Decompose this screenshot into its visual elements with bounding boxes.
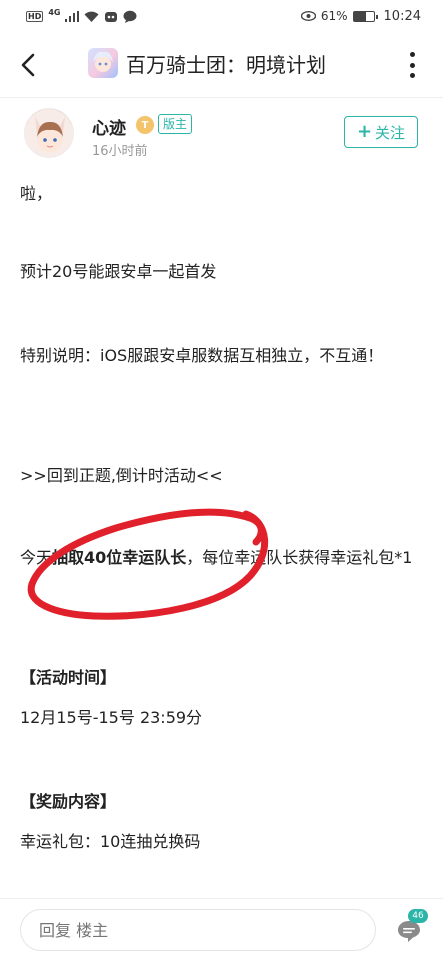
app-notification-icon [105,11,118,22]
section-text: 幸运礼包：10连抽兑换码 [20,832,201,851]
more-dot [409,62,415,68]
section-text: 12月15号-15号 23:59分 [20,708,203,727]
text-segment: ，每位幸运队长获得幸运礼包*1 [186,548,413,567]
follow-label: 关注 [375,123,406,142]
game-icon [88,48,118,78]
forum-title-link[interactable]: 百万骑士团：明境计划 [88,48,326,78]
network-type-label: 4G [48,7,61,17]
reply-input[interactable] [20,909,376,951]
section-heading: 【奖励内容】 [20,792,117,811]
post-timestamp: 16小时前 [92,144,148,159]
chevron-left-icon [21,53,35,77]
status-bar: HD 4G 61% 10:24 [0,0,443,32]
wifi-icon [84,11,99,22]
battery-icon [352,10,378,22]
signal-icon [65,10,80,22]
status-right: 61% 10:24 [300,8,421,24]
author-name[interactable]: 心迹 [92,114,126,139]
text-segment: 今天 [20,548,53,567]
app-header: 百万骑士团：明境计划 [0,32,443,98]
post-paragraph: 特别说明：iOS服跟安卓服数据互相独立，不互通！ [20,346,384,365]
hd-icon: HD [26,10,44,22]
more-options-button[interactable] [407,52,417,78]
post-paragraph: 啦， [20,184,53,203]
moderator-badge: 版主 [158,114,193,134]
battery-percent: 61% [320,9,348,23]
back-button[interactable] [16,50,40,80]
plus-icon: + [356,121,373,142]
post-paragraph-highlight: 今天抽取40位幸运队长，每位幸运队长获得幸运礼包*1 [20,544,430,572]
post-paragraph: >>回到正题,倒计时活动<< [20,466,223,485]
clock: 10:24 [383,8,421,24]
page-title: 百万骑士团：明境计划 [126,52,326,77]
status-left: HD 4G [26,7,137,23]
bold-highlight-text: 抽取40位幸运队长 [52,548,187,567]
more-dot [409,52,415,57]
comment-count-badge: 46 [408,909,428,923]
battery-level-fill [353,11,366,21]
section-heading: 【活动时间】 [20,668,117,687]
eye-comfort-icon [300,11,316,21]
follow-button[interactable]: + 关注 [344,116,418,148]
chat-notification-icon [123,10,137,23]
post-author-row: 心迹 T 版主 16小时前 + 关注 [0,104,443,166]
level-badge: T [136,116,154,134]
reply-bar: 46 [0,898,443,960]
author-avatar[interactable] [24,108,74,158]
post-paragraph: 预计20号能跟安卓一起首发 [20,262,217,281]
more-dot [409,73,415,78]
